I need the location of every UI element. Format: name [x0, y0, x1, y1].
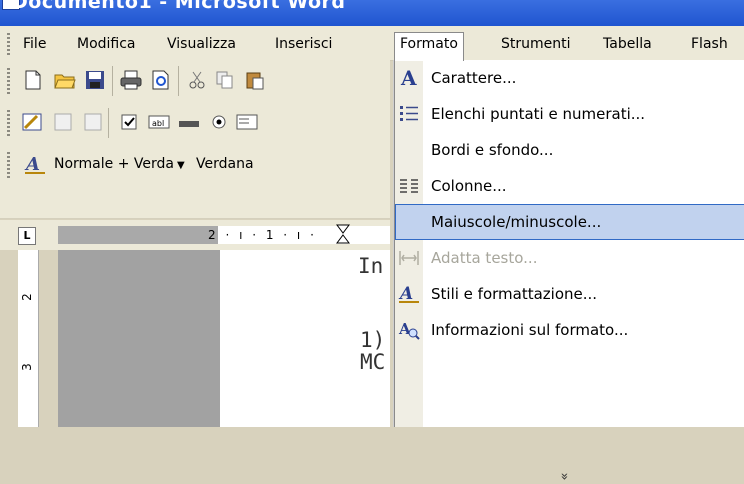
svg-text:abl: abl [152, 119, 164, 128]
save-icon[interactable] [84, 69, 106, 91]
vertical-ruler[interactable]: 2 3 [18, 250, 39, 427]
menu-visualizza[interactable]: Visualizza [162, 33, 241, 55]
styles-icon: A [397, 282, 421, 306]
toolbar-separator [108, 108, 109, 138]
document-page[interactable]: In 1) MC [220, 250, 390, 427]
menu-formato[interactable]: Formato [394, 32, 464, 61]
svg-text:A: A [400, 67, 417, 89]
menu-item-elenchi[interactable]: Elenchi puntati e numerati... [395, 96, 744, 132]
draw-frame-icon[interactable] [82, 111, 104, 133]
toolbar-gripper[interactable] [7, 110, 10, 136]
menu-flash[interactable]: Flash [686, 33, 733, 55]
draw-table-icon[interactable] [22, 111, 44, 133]
ruler-bar: L 2 · ı · 1 · ı · [0, 220, 390, 250]
forms-toolbar: abl [0, 102, 390, 145]
option-button-icon[interactable] [208, 111, 230, 133]
bullets-list-icon [397, 102, 421, 126]
format-menu: A Carattere... Elenchi puntati e numerat… [394, 60, 744, 480]
horizontal-ruler[interactable]: 2 · ı · 1 · ı · [58, 224, 390, 246]
menu-item-informazioni[interactable]: A Informazioni sul formato... [395, 312, 744, 348]
style-dropdown[interactable]: Normale + Verda ▼ [54, 152, 185, 176]
indent-marker-icon[interactable] [336, 224, 350, 246]
document-margin [58, 250, 220, 427]
menu-modifica[interactable]: Modifica [72, 33, 141, 55]
cut-icon[interactable] [186, 69, 208, 91]
fit-text-icon [397, 246, 421, 270]
title-bar: Documento1 - Microsoft Word [0, 0, 744, 26]
toolbar-gripper[interactable] [7, 152, 10, 178]
document-text-line: MC [360, 350, 386, 374]
dropdown-arrow-icon: ▼ [176, 160, 185, 171]
copy-icon[interactable] [214, 69, 236, 91]
document-text-line: In [358, 254, 384, 278]
window-title: Documento1 - Microsoft Word [12, 0, 346, 13]
form-field-options-icon[interactable] [52, 111, 74, 133]
menu-item-carattere[interactable]: A Carattere... [395, 60, 744, 96]
font-A-icon: A [397, 66, 421, 90]
font-dropdown[interactable]: Verdana [196, 152, 254, 176]
menu-tabella[interactable]: Tabella [598, 33, 657, 55]
ruler-numbers: 2 · ı · 1 · ı · [208, 228, 317, 242]
paste-icon[interactable] [244, 69, 266, 91]
ruler-margin [58, 226, 218, 244]
toolbar-gripper[interactable] [7, 68, 10, 94]
reveal-formatting-icon: A [397, 318, 421, 342]
menu-strumenti[interactable]: Strumenti [496, 33, 576, 55]
menubar-gripper[interactable] [7, 33, 10, 55]
print-preview-icon[interactable] [150, 69, 172, 91]
expand-menu-chevron-icon[interactable]: » [556, 469, 571, 484]
styles-pane-icon[interactable]: A [24, 153, 46, 175]
columns-icon [397, 174, 421, 198]
list-box-icon[interactable] [236, 111, 258, 133]
print-icon[interactable] [120, 69, 142, 91]
svg-text:A: A [24, 154, 40, 175]
svg-text:A: A [398, 320, 411, 338]
button-control-icon[interactable] [178, 111, 200, 133]
new-document-icon[interactable] [22, 69, 44, 91]
menu-item-colonne[interactable]: Colonne... [395, 168, 744, 204]
text-field-icon[interactable]: abl [148, 111, 170, 133]
menu-item-adatta-testo[interactable]: Adatta testo... [395, 240, 744, 276]
menu-item-maiuscole[interactable]: Maiuscole/minuscole... [395, 204, 744, 240]
formatting-toolbar: A Normale + Verda ▼ Verdana [0, 144, 390, 219]
menu-inserisci[interactable]: Inserisci [270, 33, 337, 55]
menu-file[interactable]: File [18, 33, 51, 55]
toolbar-separator [112, 66, 113, 96]
checkbox-field-icon[interactable] [118, 111, 140, 133]
standard-toolbar [0, 60, 390, 103]
menu-item-stili[interactable]: A Stili e formattazione... [395, 276, 744, 312]
document-text-line: 1) [360, 328, 386, 352]
open-folder-icon[interactable] [54, 69, 76, 91]
menu-bar: File Modifica Visualizza Inserisci Forma… [0, 26, 744, 61]
toolbar-separator [178, 66, 179, 96]
menu-item-bordi[interactable]: Bordi e sfondo... [395, 132, 744, 168]
tab-selector-button[interactable]: L [18, 227, 36, 245]
